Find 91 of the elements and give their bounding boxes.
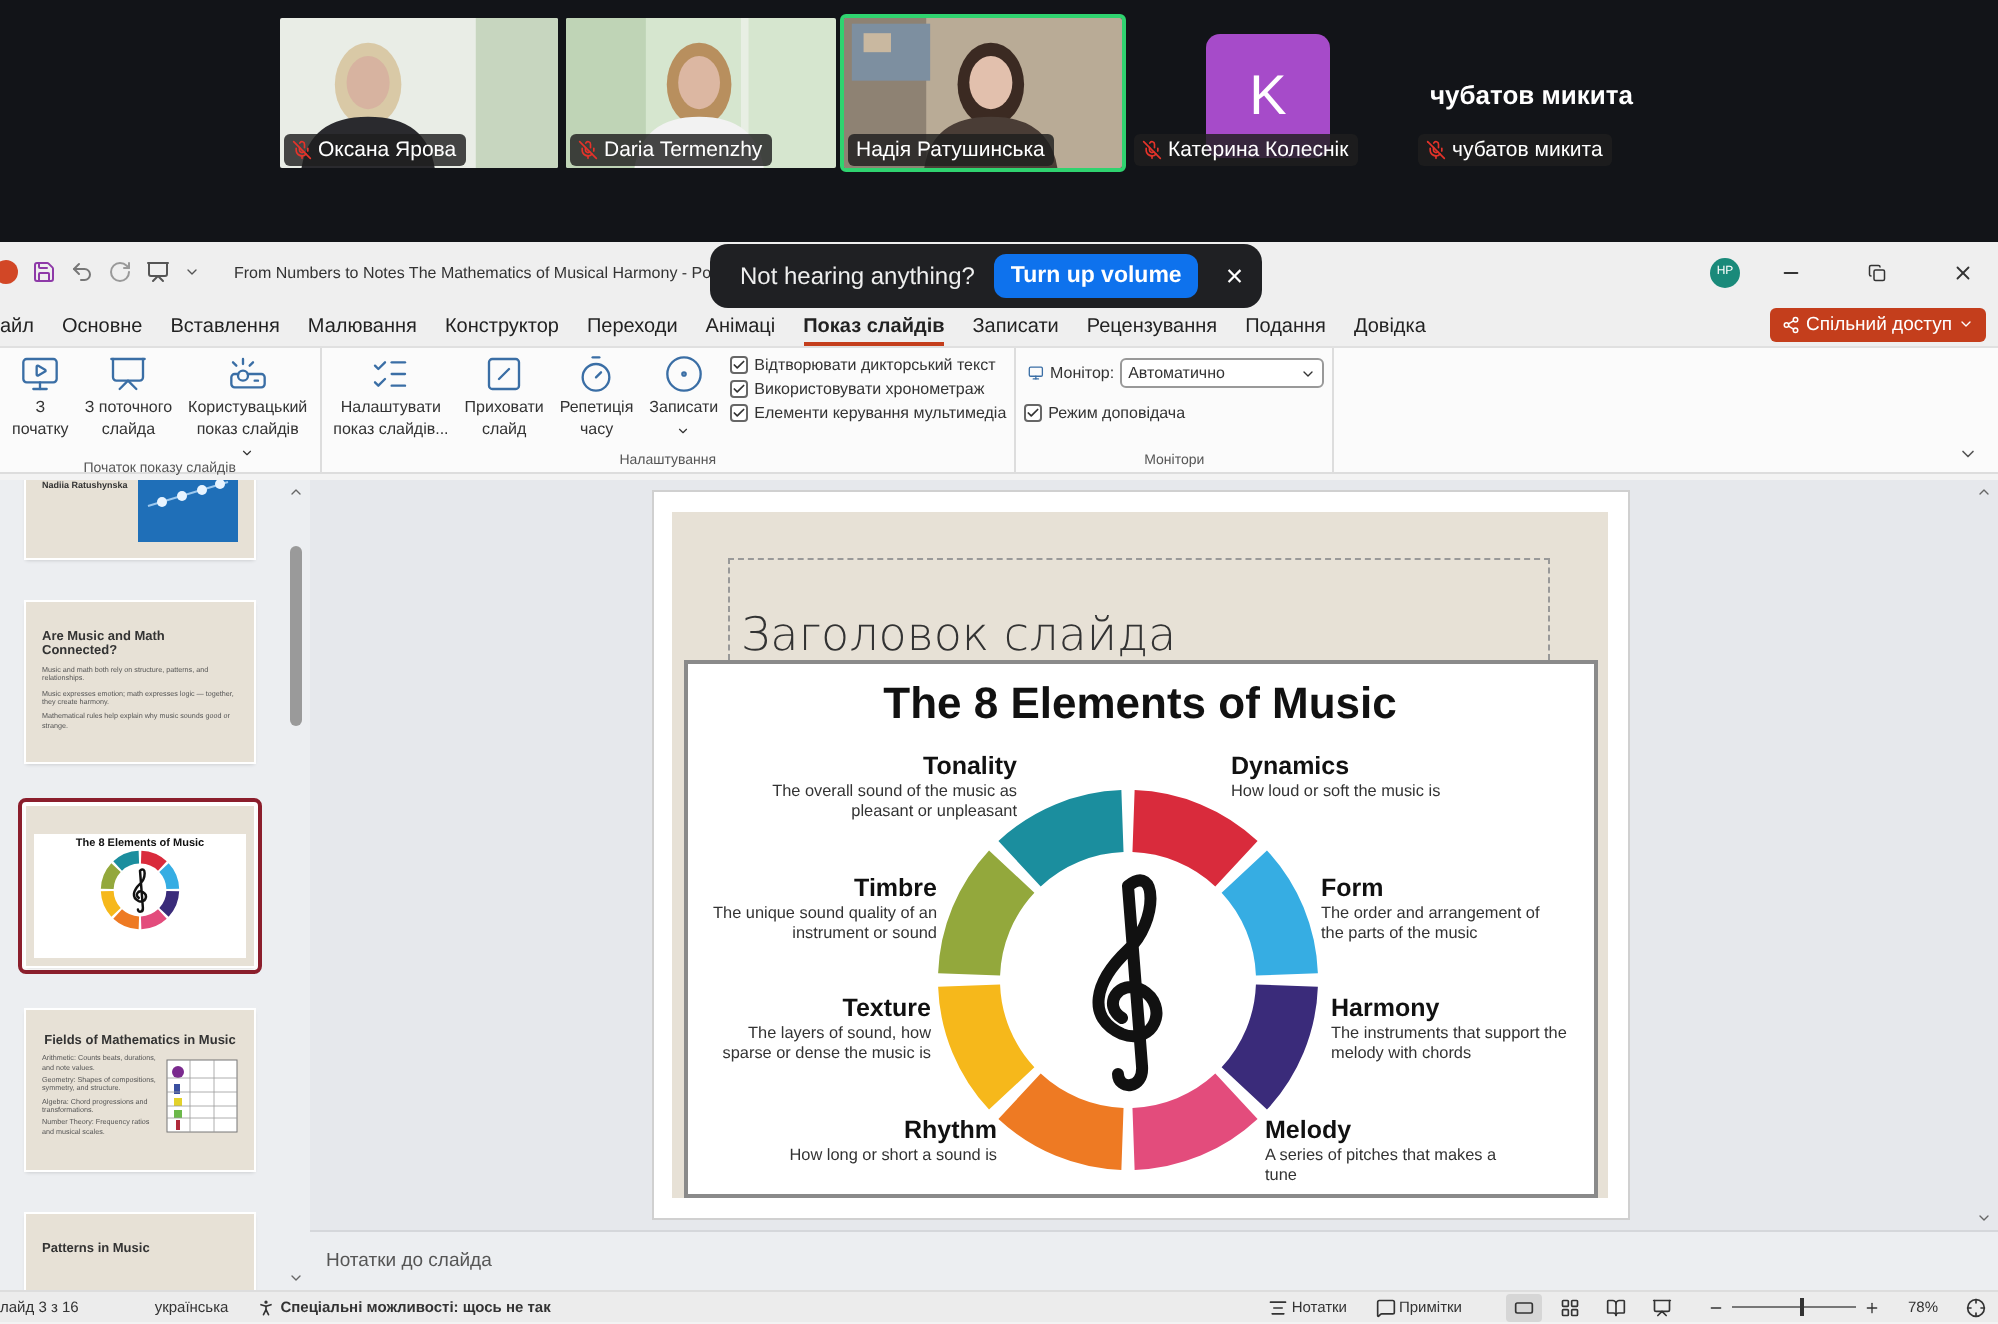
scroll-down-icon[interactable] <box>288 1270 304 1286</box>
monitor-select[interactable]: Автоматично <box>1120 358 1325 388</box>
ribbon-tab[interactable]: Переходи <box>586 310 678 346</box>
ribbon-tab[interactable]: Основне <box>61 310 143 346</box>
name-tag: Катерина Колеснік <box>1134 134 1359 166</box>
element-description: A series of pitches that makes a tune <box>1265 1146 1499 1184</box>
restore-icon[interactable] <box>1867 263 1885 281</box>
participant-name: чубатов микита <box>1430 80 1633 110</box>
share-button[interactable]: Спільний доступ <box>1769 307 1986 341</box>
slideshow-icon <box>1651 1297 1672 1317</box>
notes-icon <box>1267 1297 1288 1317</box>
element-name: Dynamics <box>1231 754 1352 783</box>
checkbox-box[interactable] <box>730 404 749 422</box>
caret-icon[interactable] <box>184 264 200 280</box>
screen-icon <box>108 354 149 394</box>
comment-icon <box>1375 1297 1395 1317</box>
close-icon[interactable] <box>1951 261 1973 283</box>
element-name: Melody <box>1265 1118 1354 1147</box>
ribbon-button[interactable]: Користувацький показ слайдів <box>184 352 312 462</box>
app-logo-icon <box>0 260 18 284</box>
screen-play-icon <box>20 354 61 394</box>
name-tag: Надія Ратушинська <box>848 134 1055 166</box>
accessibility-icon[interactable] <box>256 1297 277 1317</box>
element-description: How loud or soft the music is <box>1231 782 1443 802</box>
ribbon-tab[interactable]: Анімаці <box>705 310 776 346</box>
zoom-thumb[interactable] <box>1800 1298 1805 1316</box>
ribbon-tab[interactable]: Малювання <box>307 310 417 346</box>
clef-icon <box>1091 875 1162 1092</box>
checkbox-box[interactable] <box>730 380 749 398</box>
normal-view-icon <box>1513 1297 1534 1317</box>
window-title: From Numbers to Notes The Mathematics of Musical Harmony - Po <box>234 263 712 281</box>
caret-icon <box>1958 316 1974 332</box>
checkbox[interactable]: Відтворювати дикторський текст <box>730 356 1007 374</box>
scroll-up-icon[interactable] <box>288 484 304 500</box>
ribbon-tab[interactable]: Рецензування <box>1086 310 1218 346</box>
notes-field[interactable]: Нотатки до слайда <box>310 1230 1998 1290</box>
view-button[interactable] <box>1505 1293 1542 1321</box>
monitor-label: Монітор: <box>1050 364 1115 382</box>
element-description: The unique sound quality of an instrument or sound <box>711 904 937 942</box>
presentation-icon[interactable] <box>146 260 170 284</box>
checkbox-box[interactable] <box>1024 404 1043 422</box>
element-name: Form <box>1321 876 1386 905</box>
ring-drawing <box>100 850 180 931</box>
ribbon-button[interactable]: Приховати слайд <box>460 352 548 444</box>
book-icon <box>1605 1297 1626 1317</box>
monitor-icon <box>1028 362 1044 384</box>
checkbox[interactable]: Режим доповідача <box>1024 404 1325 422</box>
element-description: The order and arrangement of the parts of the music <box>1321 904 1542 942</box>
name-tag: Оксана Ярова <box>284 134 467 166</box>
checkbox[interactable]: Елементи керування мультимедіа <box>730 404 1007 422</box>
ribbon-tab[interactable]: айл <box>0 310 34 346</box>
ribbon-button[interactable]: Репетиція часу <box>555 352 638 444</box>
scroll-down-icon[interactable] <box>1976 1210 1992 1226</box>
element-name: Timbre <box>852 876 937 905</box>
record-icon <box>663 354 704 394</box>
zoom-in-icon[interactable] <box>1863 1299 1880 1315</box>
element-name: Tonality <box>921 754 1017 783</box>
ribbon-button[interactable]: З поточного слайда <box>80 352 177 444</box>
infographic-title: The 8 Elements of Music <box>881 678 1399 731</box>
element-name: Texture <box>840 996 931 1025</box>
scrollbar-thumb[interactable] <box>290 545 302 725</box>
undo-icon[interactable] <box>70 260 94 284</box>
scroll-up-icon[interactable] <box>1976 484 1992 500</box>
save-icon[interactable] <box>32 260 56 284</box>
ribbon-tab[interactable]: Конструктор <box>444 310 559 346</box>
grid-view-icon <box>1559 1297 1580 1317</box>
ribbon-button[interactable]: Записати <box>645 352 723 440</box>
name-tag: чубатов микита <box>1418 134 1613 166</box>
ribbon-tab[interactable]: Записати <box>972 310 1059 346</box>
checkbox-box[interactable] <box>730 356 749 374</box>
name-tag: Daria Termenzhy <box>570 134 773 166</box>
element-description: How long or short a sound is <box>787 1146 997 1166</box>
share-icon <box>1781 315 1800 333</box>
element-description: The overall sound of the music as pleasant or unpleasant <box>770 782 1017 820</box>
slashed-square-icon <box>484 354 525 394</box>
checkbox[interactable]: Використовувати хронометраж <box>730 380 1007 398</box>
element-name: Harmony <box>1331 996 1442 1025</box>
projector-icon <box>227 354 268 394</box>
fit-slide-icon[interactable] <box>1966 1297 1986 1317</box>
ribbon-tab[interactable]: Подання <box>1245 310 1326 346</box>
ribbon-tab[interactable]: Довідка <box>1353 310 1426 346</box>
element-description: The instruments that support the melody with chords <box>1331 1024 1569 1062</box>
element-description: The layers of sound, how sparse or dense the music is <box>720 1024 931 1062</box>
ribbon-tab[interactable]: Вставлення <box>170 310 280 346</box>
turn-up-volume-button[interactable]: Turn up volume <box>994 254 1198 298</box>
element-name: Rhythm <box>901 1118 997 1147</box>
table-drawing <box>166 1054 238 1135</box>
ribbon-button[interactable]: З початку <box>8 352 73 444</box>
close-button[interactable]: × <box>1225 259 1244 293</box>
ribbon-button[interactable]: Налаштувати показ слайдів... <box>329 352 453 444</box>
toast-message: Not hearing anything? <box>740 262 975 290</box>
